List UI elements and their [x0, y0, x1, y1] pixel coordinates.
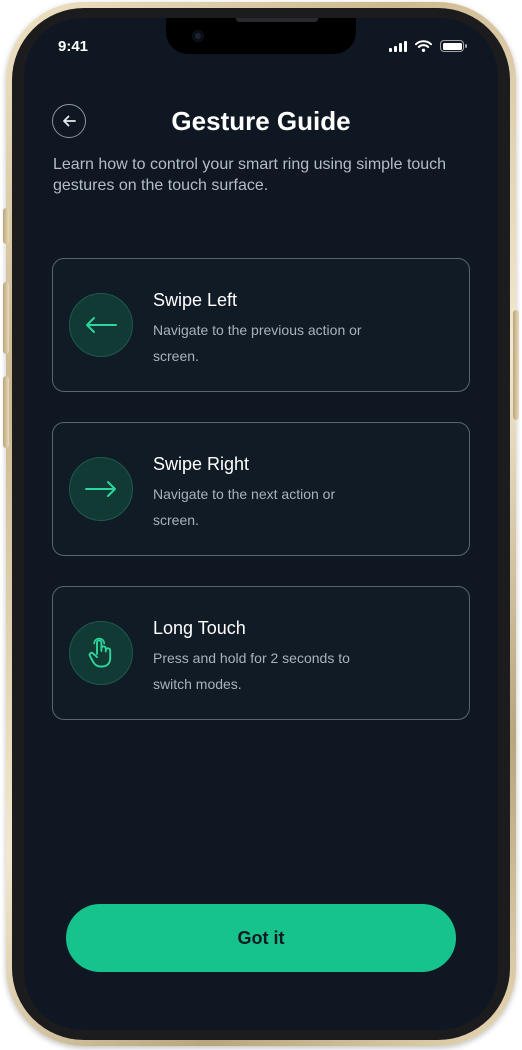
intro-text: Learn how to control your smart ring usi…	[53, 156, 447, 194]
gesture-title: Swipe Right	[153, 454, 250, 474]
arrow-left-icon	[86, 317, 117, 333]
notch	[166, 18, 356, 54]
status-time: 9:41	[58, 38, 89, 55]
gesture-icon-circle	[69, 621, 133, 685]
wifi-icon	[415, 40, 432, 52]
page-title: Gesture Guide	[171, 106, 351, 136]
volume-down-button	[3, 376, 9, 448]
hand-pointer-icon	[88, 637, 112, 668]
volume-up-button	[3, 282, 9, 354]
front-camera	[192, 30, 204, 42]
got-it-button[interactable]: Got it	[66, 904, 456, 972]
app-screen: 9:41 Gesture Guide Learn how to control …	[24, 18, 498, 1030]
gesture-card-long-touch: Long Touch Press and hold for 2 seconds …	[52, 586, 470, 720]
gesture-card-swipe-right: Swipe Right Navigate to the next action …	[52, 422, 470, 556]
earpiece-speaker	[236, 18, 318, 22]
cellular-signal-icon	[389, 41, 407, 52]
gesture-description: Navigate to the next action or screen.	[153, 486, 336, 528]
arrow-right-icon	[85, 481, 116, 497]
gesture-icon-circle	[69, 457, 133, 521]
gesture-icon-circle	[69, 293, 133, 357]
gesture-description: Navigate to the previous action or scree…	[153, 322, 362, 364]
gesture-description: Press and hold for 2 seconds to switch m…	[153, 650, 350, 692]
battery-icon	[440, 40, 467, 52]
gesture-title: Long Touch	[153, 618, 246, 638]
power-button	[513, 310, 519, 420]
gesture-card-swipe-left: Swipe Left Navigate to the previous acti…	[52, 258, 470, 392]
status-icons	[389, 40, 467, 52]
silent-switch	[3, 208, 9, 244]
gesture-title: Swipe Left	[153, 290, 238, 310]
